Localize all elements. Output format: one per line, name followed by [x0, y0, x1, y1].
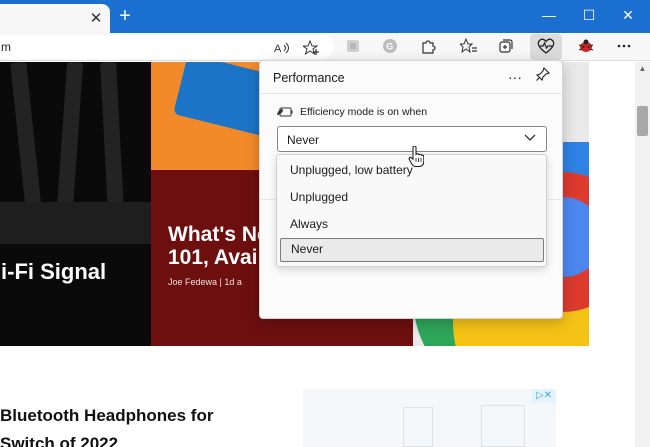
performance-panel-title: Performance	[273, 71, 345, 85]
svg-text:A: A	[274, 43, 282, 55]
ladybug-extension-icon[interactable]	[576, 38, 596, 58]
active-tab[interactable]: ✕	[0, 4, 110, 33]
performance-heart-icon	[536, 37, 556, 57]
article-title[interactable]: Bluetooth Headphones for Switch of 2022	[0, 402, 290, 447]
scroll-thumb[interactable]	[637, 106, 648, 136]
extension-icon[interactable]	[343, 38, 363, 58]
scroll-up-arrow-icon[interactable]: ▲	[635, 62, 650, 76]
close-window-button[interactable]: ✕	[611, 4, 645, 26]
google-icon[interactable]: G	[380, 38, 400, 58]
settings-more-icon[interactable]	[614, 38, 634, 58]
chevron-down-icon	[523, 132, 537, 146]
hero-card-left[interactable]: i-Fi Signal	[0, 62, 151, 346]
minimize-button[interactable]: —	[532, 4, 566, 26]
tab-close-icon[interactable]: ✕	[86, 9, 106, 29]
efficiency-mode-options: Unplugged, low battery Unplugged Always …	[276, 154, 547, 267]
svg-text:G: G	[386, 42, 393, 52]
read-aloud-icon[interactable]: A	[272, 40, 292, 60]
option-always[interactable]: Always	[280, 212, 544, 236]
ad-graphic	[403, 407, 433, 447]
efficiency-mode-label: Efficiency mode is on when	[300, 106, 428, 118]
page-scrollbar[interactable]: ▲	[635, 62, 650, 447]
ad-graphic	[481, 405, 525, 447]
hand-cursor-icon	[408, 146, 424, 167]
adchoices-icon[interactable]: ▷✕	[532, 389, 556, 403]
more-options-button[interactable]: ···	[504, 67, 526, 87]
option-unplugged[interactable]: Unplugged	[280, 185, 544, 209]
extensions-puzzle-icon[interactable]	[418, 38, 438, 58]
address-text: m	[1, 40, 11, 54]
performance-button[interactable]	[530, 34, 562, 60]
divider	[261, 93, 561, 94]
toolbar: m A G	[0, 33, 650, 61]
option-never[interactable]: Never	[280, 238, 544, 262]
collections-icon[interactable]	[496, 38, 516, 58]
battery-leaf-icon	[277, 106, 293, 118]
hero-mid-byline: Joe Fedewa | 1d a	[168, 277, 242, 287]
address-bar[interactable]: m A	[0, 35, 334, 59]
pin-icon[interactable]	[532, 66, 554, 87]
add-favorite-icon[interactable]	[301, 39, 322, 60]
hero-left-title[interactable]: i-Fi Signal	[1, 259, 106, 285]
title-bar: ✕ + — ☐ ✕	[0, 0, 650, 33]
maximize-button[interactable]: ☐	[572, 4, 606, 26]
new-tab-button[interactable]: +	[114, 5, 136, 27]
favorites-icon[interactable]	[458, 37, 479, 58]
efficiency-mode-value: Never	[287, 133, 320, 147]
ad-banner[interactable]: ▷✕	[303, 389, 556, 447]
